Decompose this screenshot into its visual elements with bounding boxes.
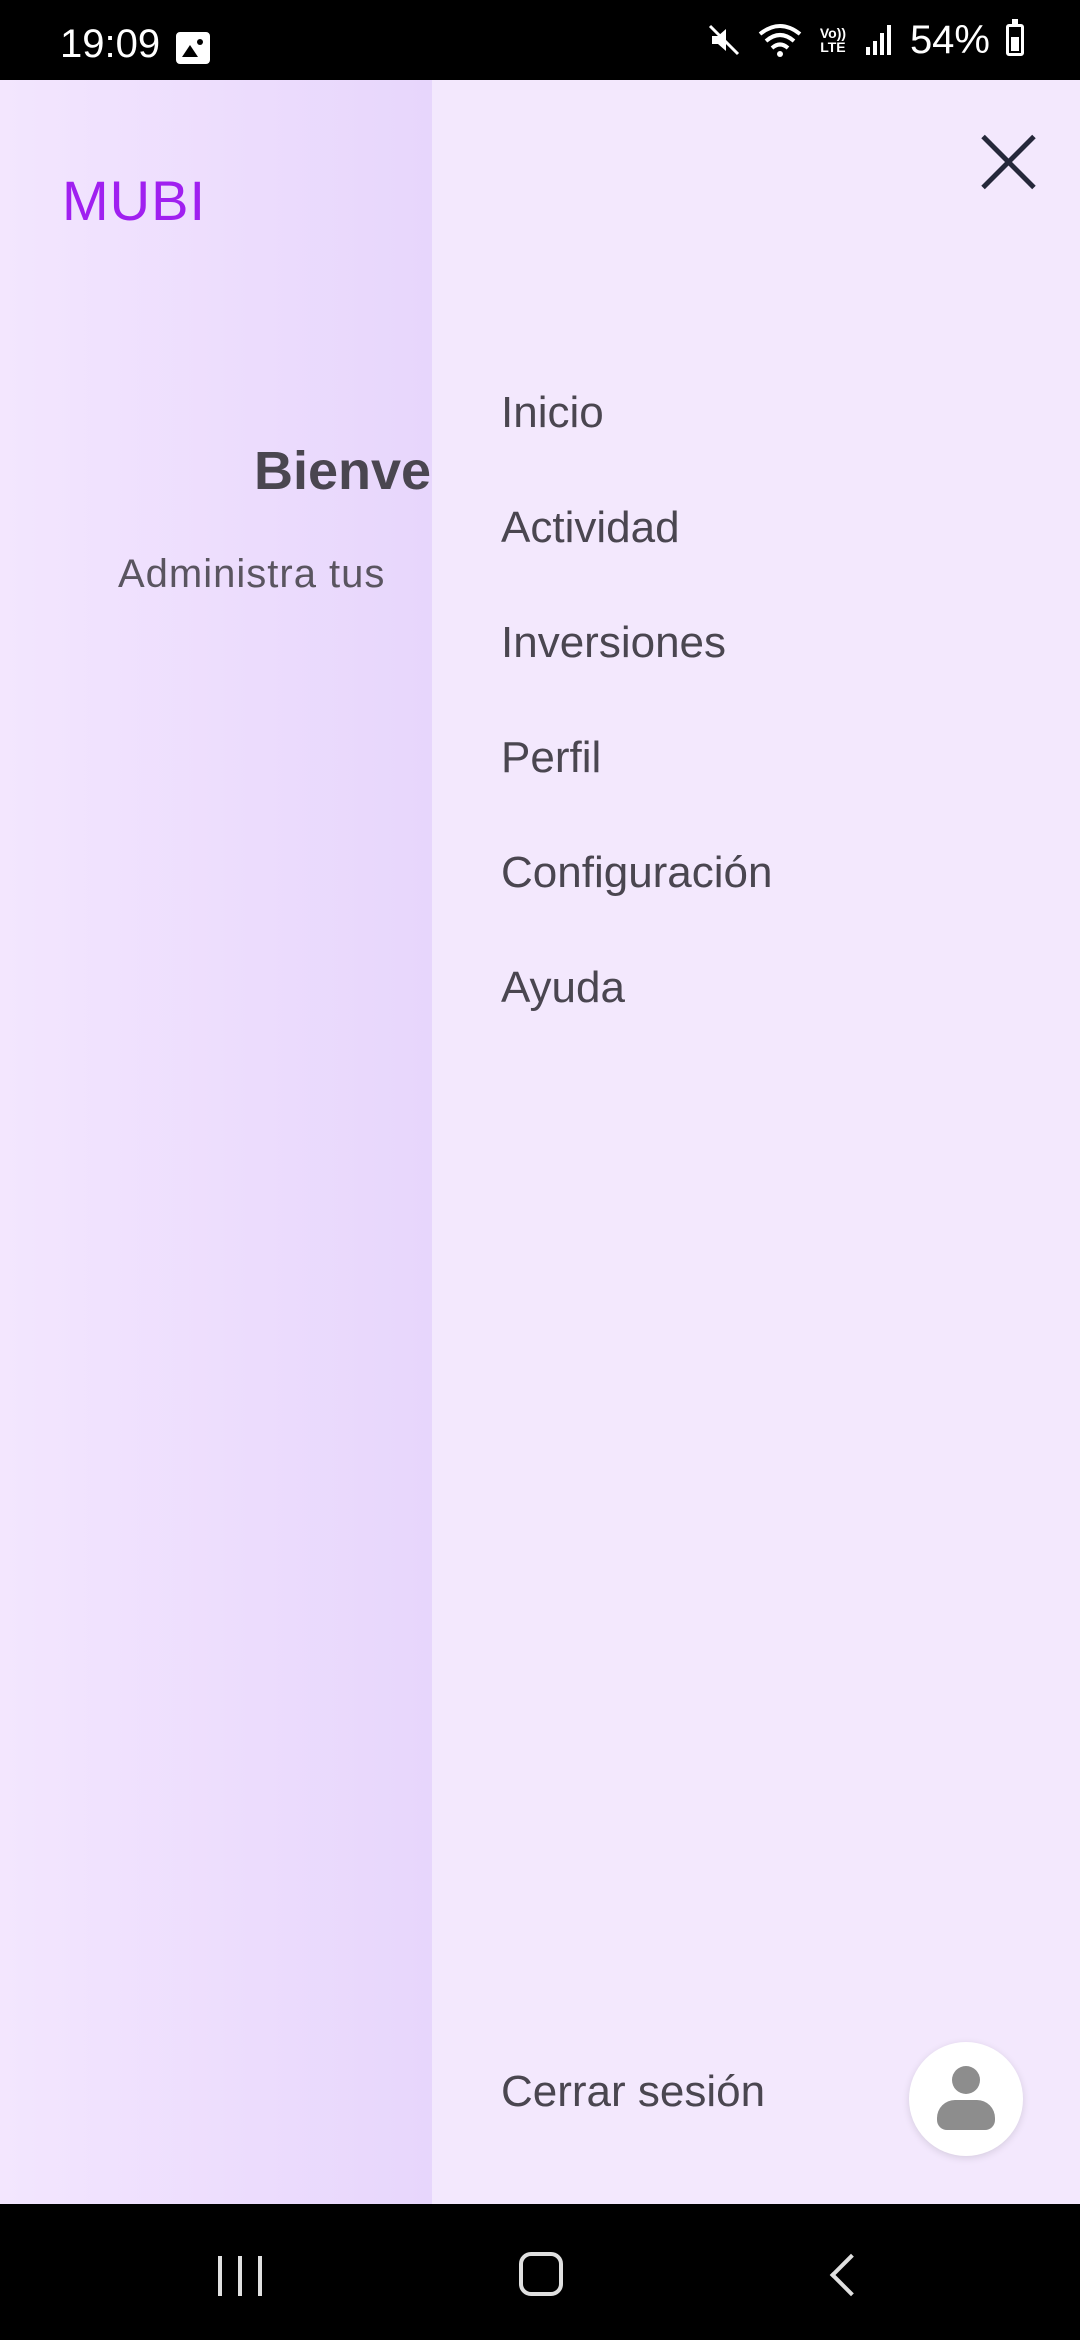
close-icon[interactable] [976, 130, 1040, 194]
status-bar: 19:09 Vo)) LTE 54% [0, 0, 1080, 80]
menu-item-configuracion[interactable]: Configuración [501, 815, 773, 930]
logout-link[interactable]: Cerrar sesión [501, 2067, 765, 2117]
navigation-drawer: Inicio Actividad Inversiones Perfil Conf… [432, 80, 1080, 2204]
battery-icon [1006, 19, 1024, 56]
battery-percent: 54% [909, 17, 990, 62]
mute-icon [708, 24, 739, 56]
signal-icon [865, 25, 891, 55]
drawer-menu: Inicio Actividad Inversiones Perfil Conf… [501, 355, 773, 1045]
profile-avatar-button[interactable] [909, 2042, 1023, 2156]
recents-icon[interactable] [218, 2256, 262, 2296]
home-icon[interactable] [519, 2252, 563, 2296]
mubi-logo[interactable]: MUBI [62, 168, 206, 233]
welcome-title: Bienver [254, 441, 453, 501]
back-icon[interactable] [829, 2253, 873, 2297]
menu-item-inicio[interactable]: Inicio [501, 355, 773, 470]
app-screen: MUBI Bienver Administra tus Inicio Activ… [0, 80, 1080, 2204]
welcome-subtitle: Administra tus [118, 552, 386, 596]
menu-item-inversiones[interactable]: Inversiones [501, 585, 773, 700]
user-icon-body [937, 2100, 995, 2130]
wifi-icon [758, 24, 802, 57]
user-icon [952, 2066, 980, 2094]
system-nav-bar [0, 2204, 1080, 2340]
menu-item-perfil[interactable]: Perfil [501, 700, 773, 815]
status-time: 19:09 [60, 22, 161, 66]
gallery-icon [176, 32, 210, 64]
menu-item-ayuda[interactable]: Ayuda [501, 930, 773, 1045]
status-icons: Vo)) LTE 54% [706, 18, 1024, 62]
volte-icon: Vo)) LTE [819, 25, 847, 55]
background-page: MUBI Bienver Administra tus [0, 80, 452, 2204]
menu-item-actividad[interactable]: Actividad [501, 470, 773, 585]
